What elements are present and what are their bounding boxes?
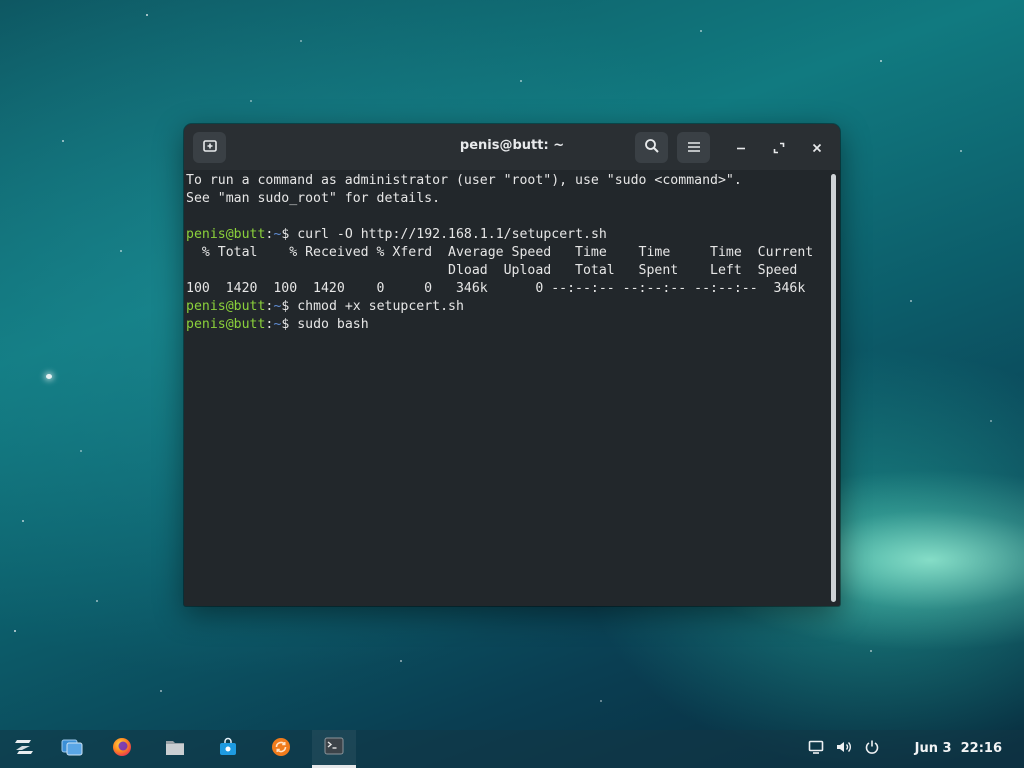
star	[14, 630, 16, 632]
screen-icon	[808, 739, 824, 759]
close-button[interactable]	[804, 135, 830, 161]
software-store-button[interactable]	[206, 730, 250, 768]
terminal-line: Dload Upload Total Spent Left Speed	[186, 263, 798, 278]
star	[870, 650, 872, 652]
terminal-prompt-line: penis@butt:~$ sudo bash	[186, 317, 369, 332]
prompt-user: penis@butt	[186, 227, 266, 242]
terminal-taskbar-button[interactable]	[312, 730, 356, 768]
software-updater-button[interactable]	[259, 730, 303, 768]
maximize-button[interactable]	[766, 135, 792, 161]
search-button[interactable]	[635, 132, 668, 163]
star	[80, 450, 82, 452]
star	[960, 150, 962, 152]
star	[880, 60, 882, 62]
star	[600, 700, 602, 702]
scrollbar[interactable]	[831, 174, 836, 602]
star	[990, 420, 992, 422]
star	[146, 14, 148, 16]
software-updater-icon	[271, 737, 291, 761]
power-button[interactable]	[862, 739, 882, 759]
prompt-user: penis@butt	[186, 317, 266, 332]
minimize-icon	[735, 139, 747, 158]
workspaces-icon	[61, 738, 83, 760]
workspaces-button[interactable]	[50, 730, 94, 768]
menu-button[interactable]	[677, 132, 710, 163]
files-icon	[165, 738, 185, 760]
clock[interactable]: Jun 3 22:16	[915, 741, 1002, 756]
desktop: penis@butt: ~ To run a command as admini…	[0, 0, 1024, 768]
command-text: chmod +x setupcert.sh	[297, 299, 464, 314]
command-text: curl -O http://192.168.1.1/setupcert.sh	[297, 227, 607, 242]
maximize-icon	[773, 139, 785, 158]
power-icon	[864, 739, 880, 759]
star	[46, 374, 52, 379]
terminal-line: % Total % Received % Xferd Average Speed…	[186, 245, 814, 260]
prompt-user: penis@butt	[186, 299, 266, 314]
software-store-icon	[218, 737, 238, 761]
zorin-menu-button[interactable]	[2, 730, 46, 768]
terminal-icon	[324, 737, 344, 759]
star	[700, 30, 702, 32]
command-text: sudo bash	[297, 317, 369, 332]
titlebar[interactable]: penis@butt: ~	[184, 124, 840, 170]
terminal-prompt-line: penis@butt:~$ chmod +x setupcert.sh	[186, 299, 464, 314]
hamburger-menu-icon	[687, 138, 701, 157]
terminal-line: To run a command as administrator (user …	[186, 173, 742, 188]
terminal-window: penis@butt: ~ To run a command as admini…	[184, 124, 840, 606]
star	[160, 690, 162, 692]
star	[400, 660, 402, 662]
search-icon	[644, 138, 660, 158]
files-button[interactable]	[153, 730, 197, 768]
star	[910, 300, 912, 302]
minimize-button[interactable]	[728, 135, 754, 161]
close-icon	[811, 139, 823, 158]
terminal-line: 100 1420 100 1420 0 0 346k 0 --:--:-- --…	[186, 281, 806, 296]
screen-button[interactable]	[806, 739, 826, 759]
star	[520, 80, 522, 82]
star	[300, 40, 302, 42]
zorin-menu-icon	[13, 738, 35, 760]
firefox-button[interactable]	[100, 730, 144, 768]
star	[62, 140, 64, 142]
star	[22, 520, 24, 522]
terminal-output[interactable]: To run a command as administrator (user …	[186, 172, 828, 602]
star	[120, 250, 122, 252]
volume-button[interactable]	[834, 739, 854, 759]
star	[250, 100, 252, 102]
terminal-prompt-line: penis@butt:~$ curl -O http://192.168.1.1…	[186, 227, 607, 242]
volume-icon	[835, 739, 853, 759]
terminal-line: See "man sudo_root" for details.	[186, 191, 441, 206]
star	[96, 600, 98, 602]
firefox-icon	[112, 737, 132, 761]
taskbar: Jun 3 22:16	[0, 730, 1024, 768]
